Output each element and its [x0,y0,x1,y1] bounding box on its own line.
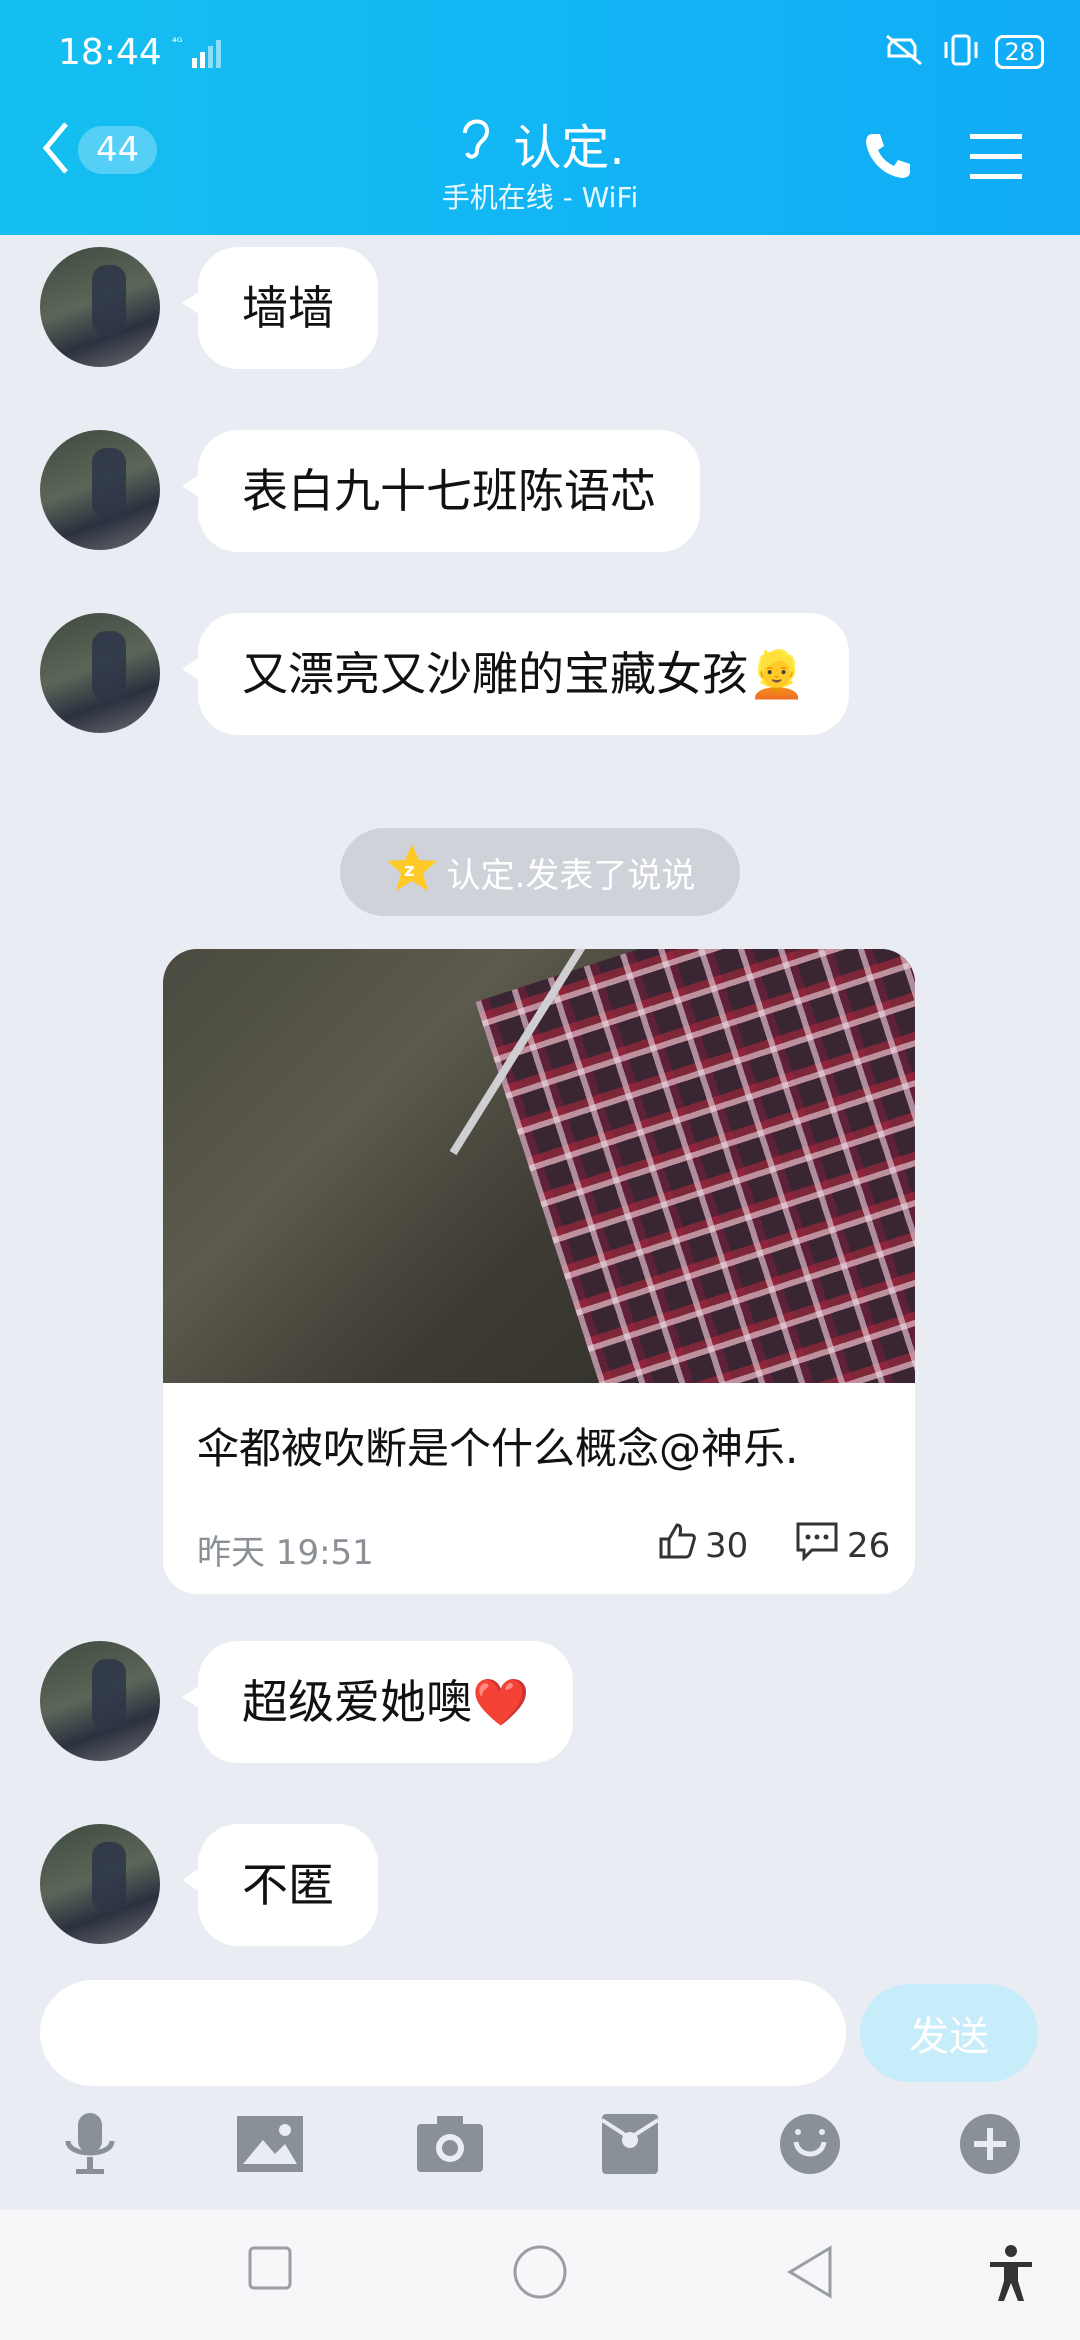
post-time: 昨天 19:51 [197,1533,374,1573]
comment-icon [795,1521,839,1570]
message-bubble[interactable]: 墙墙 [182,247,378,369]
online-status: 手机在线 - WiFi [441,181,639,214]
microphone-icon[interactable] [50,2104,130,2184]
message-row: 不匿 [40,1824,378,1946]
message-row: 表白九十七班陈语芯 [40,430,700,552]
system-notice[interactable]: z 认定.发表了说说 [340,828,740,916]
message-bubble[interactable]: 超级爱她噢❤️ [181,1641,574,1763]
chat-header: 18:44 ⁴ᴳ 28 44 认定. 手机在线 - WiFi [0,0,1080,235]
qzone-star-icon: z [385,842,439,903]
recent-apps-icon[interactable] [246,2244,294,2296]
message-row: 又漂亮又沙雕的宝藏女孩👱 [40,613,850,735]
message-bubble[interactable]: 表白九十七班陈语芯 [182,430,700,552]
menu-icon[interactable] [968,132,1024,186]
message-bubble[interactable]: 不匿 [182,1824,378,1946]
system-notice-text: 认定.发表了说说 [446,855,696,896]
svg-text:⁴ᴳ: ⁴ᴳ [172,35,183,49]
like-count: 30 [705,1525,749,1566]
thumbs-up-icon [657,1521,697,1570]
back-nav-icon[interactable] [784,2244,836,2304]
red-packet-icon[interactable] [590,2104,670,2184]
input-row: 发送 [0,1980,1080,2090]
camera-icon[interactable] [410,2104,490,2184]
chat-area[interactable]: 墙墙 表白九十七班陈语芯 又漂亮又沙雕的宝藏女孩👱 z 认定.发表了说说 伞都被… [0,235,1080,1980]
page-title[interactable]: 认定. [455,108,625,178]
message-input[interactable] [40,1980,846,2086]
vibrate-icon [941,32,981,72]
mute-vibrate-icon [881,32,927,72]
phone-icon[interactable] [860,128,916,188]
contact-name: 认定. [513,120,625,176]
status-right: 28 [881,32,1044,72]
message-bubble[interactable]: 又漂亮又沙雕的宝藏女孩👱 [181,613,850,735]
emoji-icon[interactable] [770,2104,850,2184]
svg-text:z: z [404,860,414,881]
comment-count: 26 [847,1525,891,1566]
post-text: 伞都被吹断是个什么概念@神乐. [197,1424,799,1473]
send-button[interactable]: 发送 [860,1984,1038,2082]
comment-button[interactable]: 26 [795,1521,890,1570]
ear-icon [455,113,495,173]
message-row: 墙墙 [40,247,378,369]
input-toolbar [0,2104,1080,2204]
avatar[interactable] [40,1641,160,1761]
image-icon[interactable] [230,2104,310,2184]
like-button[interactable]: 30 [657,1521,748,1570]
plus-icon[interactable] [950,2104,1030,2184]
home-icon[interactable] [512,2244,568,2304]
title-area: 认定. [0,108,1080,178]
signal-icon: ⁴ᴳ [172,34,222,74]
avatar[interactable] [40,613,160,733]
system-nav-bar [0,2210,1080,2340]
message-row: 超级爱她噢❤️ [40,1641,574,1763]
avatar[interactable] [40,430,160,550]
post-card[interactable]: 伞都被吹断是个什么概念@神乐. 昨天 19:51 30 26 [163,949,915,1594]
status-time: 18:44 [58,32,162,73]
post-image[interactable] [163,949,915,1383]
battery-indicator: 28 [995,35,1044,69]
accessibility-icon[interactable] [986,2244,1036,2308]
avatar[interactable] [40,1824,160,1944]
avatar[interactable] [40,247,160,367]
